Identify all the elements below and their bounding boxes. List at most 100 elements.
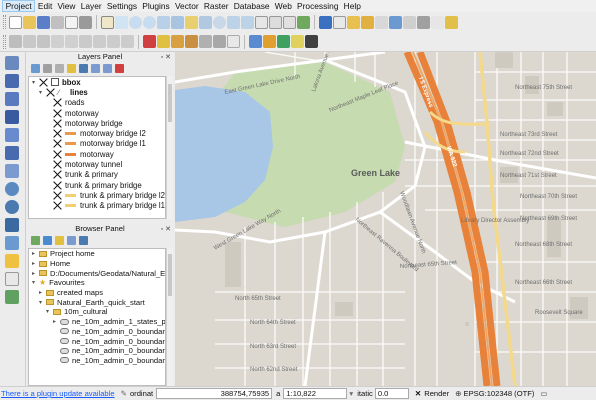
add-selected-layers-icon[interactable] — [31, 236, 40, 245]
expand-arrow-icon[interactable]: ▸ — [53, 318, 60, 325]
attribute-table-icon[interactable] — [375, 15, 388, 29]
browser-item[interactable]: ▾ 10m_cultural — [29, 307, 165, 317]
add-wms-icon[interactable] — [5, 182, 19, 196]
save-as-icon[interactable] — [51, 15, 64, 29]
visibility-checked-icon[interactable] — [53, 150, 62, 159]
move-label-icon[interactable] — [185, 35, 198, 48]
visibility-checked-icon[interactable] — [53, 139, 62, 148]
change-label-icon[interactable] — [213, 35, 226, 48]
show-bookmarks-icon[interactable] — [283, 15, 296, 29]
expand-arrow-icon[interactable]: ▸ — [32, 270, 39, 277]
measure-icon[interactable] — [417, 15, 430, 29]
csw-icon[interactable] — [227, 35, 240, 48]
add-delimited-text-icon[interactable] — [5, 236, 19, 250]
edit-pencil-icon[interactable] — [9, 35, 22, 48]
zoom-last-icon[interactable] — [227, 15, 240, 29]
layer-row[interactable]: motorway — [29, 108, 165, 118]
current-edits-icon[interactable] — [23, 35, 36, 48]
browser-scrollbar[interactable] — [166, 248, 173, 386]
plugin-update-link[interactable]: There is a plugin update available — [1, 389, 115, 398]
add-mssql-icon[interactable] — [5, 146, 19, 160]
add-vector-layer-icon[interactable] — [5, 74, 19, 88]
visibility-checked-icon[interactable] — [53, 201, 62, 210]
layer-row[interactable]: roads — [29, 98, 165, 108]
visibility-checked-icon[interactable] — [53, 109, 62, 118]
menu-item[interactable]: Processing — [294, 0, 341, 12]
add-group-icon[interactable] — [43, 64, 52, 73]
deselect-icon[interactable] — [361, 15, 374, 29]
collapse-all-icon[interactable] — [67, 236, 76, 245]
expand-arrow-icon[interactable]: ▾ — [32, 279, 39, 286]
browser-item[interactable]: ▸ Project home — [29, 249, 165, 259]
add-wfs-icon[interactable] — [5, 218, 19, 232]
remove-layer-icon[interactable] — [115, 64, 124, 73]
expand-arrow-icon[interactable]: ▾ — [39, 299, 46, 306]
layer-row[interactable]: motorway bridge l2 — [29, 128, 165, 138]
enable-properties-icon[interactable] — [79, 236, 88, 245]
layer-row[interactable]: trunk & primary — [29, 170, 165, 180]
plugin-icon[interactable] — [263, 35, 276, 48]
group-checkbox[interactable] — [51, 78, 59, 87]
visibility-checked-icon[interactable] — [53, 119, 62, 128]
field-calculator-icon[interactable] — [389, 15, 402, 29]
layer-row[interactable]: motorway tunnel — [29, 159, 165, 169]
add-spatialite-icon[interactable] — [5, 110, 19, 124]
collapse-arrow-icon[interactable]: ▾ — [32, 79, 39, 86]
refresh-icon[interactable] — [43, 236, 52, 245]
save-edits-icon[interactable] — [37, 35, 50, 48]
text-annotation-icon[interactable] — [445, 15, 458, 29]
coordinate-field[interactable]: 388754,75935 — [156, 388, 273, 399]
visibility-checked-icon[interactable] — [46, 88, 55, 97]
browser-item[interactable]: ▸ ne_10m_admin_1_states_pro — [29, 317, 165, 327]
toolbar-grip[interactable] — [3, 15, 6, 29]
manage-visibility-icon[interactable] — [55, 64, 64, 73]
scale-combobox[interactable]: 1:10,822 — [283, 388, 348, 399]
visibility-checked-icon[interactable] — [53, 160, 62, 169]
zoom-selection-icon[interactable] — [185, 15, 198, 29]
layer-row[interactable]: motorway bridge l1 — [29, 139, 165, 149]
rotate-label-icon[interactable] — [199, 35, 212, 48]
zoom-next-icon[interactable] — [241, 15, 254, 29]
browser-item[interactable]: ▾ Natural_Earth_quick_start — [29, 297, 165, 307]
paste-features-icon[interactable] — [121, 35, 134, 48]
collapse-arrow-icon[interactable]: ▾ — [39, 89, 46, 96]
zoom-native-icon[interactable] — [213, 15, 226, 29]
bookmark-icon[interactable] — [269, 15, 282, 29]
map-tips-icon[interactable] — [431, 15, 444, 29]
expand-arrow-icon[interactable]: ▸ — [32, 260, 39, 267]
layer-row[interactable]: trunk & primary bridge l1 — [29, 201, 165, 211]
label-tool-icon[interactable] — [143, 35, 156, 48]
pan-icon[interactable] — [101, 15, 114, 29]
new-project-icon[interactable] — [9, 15, 22, 29]
statistics-icon[interactable] — [403, 15, 416, 29]
map-canvas[interactable]: Green Lake Northeast 75th Street Northea… — [175, 52, 596, 386]
menu-item[interactable]: Raster — [201, 0, 231, 12]
crs-globe-icon[interactable]: ⊕ — [455, 389, 461, 398]
visibility-checked-icon[interactable] — [53, 170, 62, 179]
visibility-checked-icon[interactable] — [53, 98, 62, 107]
add-wcs-icon[interactable] — [5, 200, 19, 214]
expand-arrow-icon[interactable]: ▸ — [39, 289, 46, 296]
menu-item[interactable]: Project — [2, 0, 36, 12]
expand-all-icon[interactable] — [91, 64, 100, 73]
layer-row[interactable]: motorway bridge — [29, 118, 165, 128]
select-by-expression-icon[interactable] — [347, 15, 360, 29]
chevron-down-icon[interactable]: ▾ — [349, 389, 353, 398]
refresh-icon[interactable] — [297, 15, 310, 29]
messages-icon[interactable]: ▭ — [540, 389, 547, 398]
menu-item[interactable]: Layer — [78, 0, 104, 12]
browser-item[interactable]: ▾ ★ Favourites — [29, 278, 165, 288]
expand-arrow-icon[interactable]: ▸ — [32, 250, 39, 257]
filter-expression-icon[interactable] — [79, 64, 88, 73]
layer-row[interactable]: motorway — [29, 149, 165, 159]
layer-row[interactable]: trunk & primary bridge l2 — [29, 190, 165, 200]
layer-row[interactable]: trunk & primary bridge — [29, 180, 165, 190]
zoom-full-icon[interactable] — [171, 15, 184, 29]
menu-item[interactable]: Help — [341, 0, 363, 12]
new-shapefile-icon[interactable] — [5, 254, 19, 268]
menu-item[interactable]: Edit — [35, 0, 55, 12]
browser-item[interactable]: ▸ Home — [29, 259, 165, 269]
new-temporary-layer-icon[interactable] — [5, 272, 19, 286]
panel-float-close-icons[interactable]: ▫ ✕ — [161, 225, 171, 235]
select-features-icon[interactable] — [333, 15, 346, 29]
